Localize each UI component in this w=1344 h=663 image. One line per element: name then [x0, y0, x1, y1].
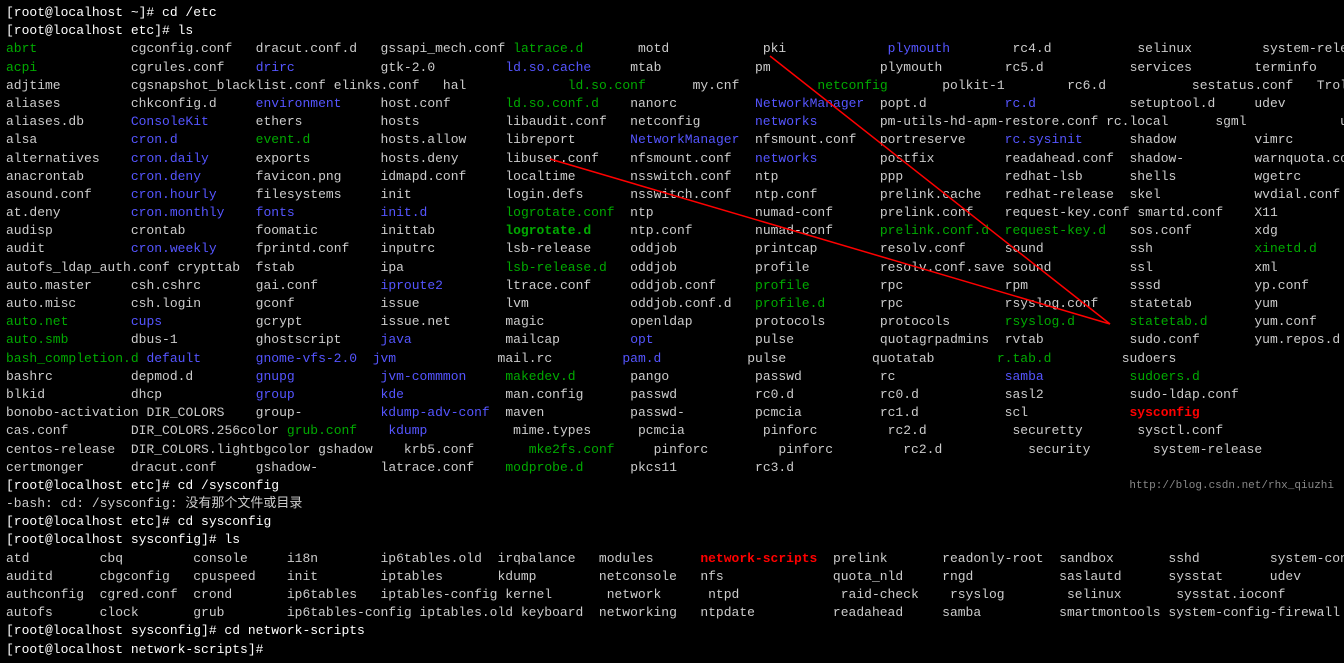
prompt-line-1: [root@localhost ~]# cd /etc [root@localh… [6, 4, 1338, 40]
watermark: http://blog.csdn.net/rhx_qiuzhi [1129, 479, 1334, 494]
terminal: [root@localhost ~]# cd /etc [root@localh… [6, 4, 1338, 659]
etc-ls-output: abrt cgconfig.conf dracut.conf.d gssapi_… [6, 40, 1338, 477]
etc-ls-grid: abrt cgconfig.conf dracut.conf.d gssapi_… [6, 40, 1338, 477]
post-ls-commands: [root@localhost etc]# cd /sysconfig -bas… [6, 477, 1338, 659]
